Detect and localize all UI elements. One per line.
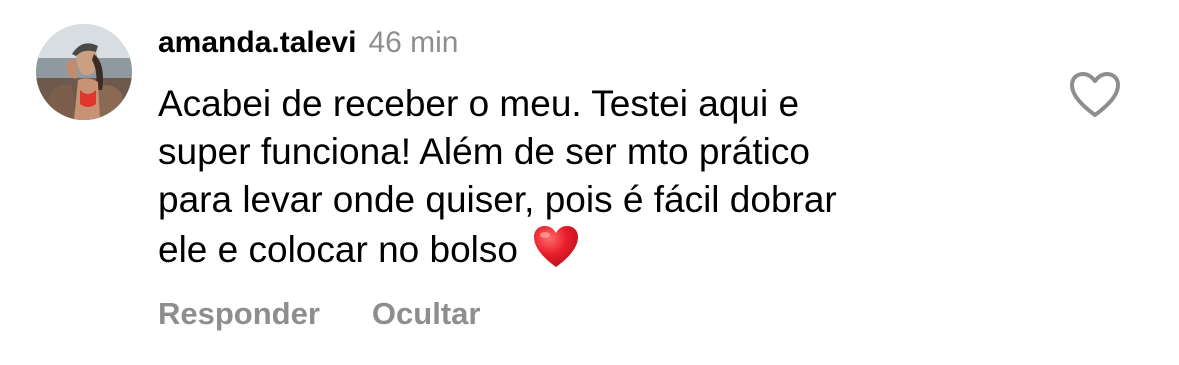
red-heart-emoji-icon bbox=[532, 224, 580, 282]
comment-timestamp: 46 min bbox=[368, 26, 459, 59]
comment-actions: Responder Ocultar bbox=[158, 296, 480, 332]
heart-outline-icon bbox=[1070, 72, 1120, 117]
comment-text-line-last: ele e colocar no bolso bbox=[158, 224, 1018, 282]
avatar-photo bbox=[36, 24, 132, 120]
comment-item: amanda.talevi 46 min Acabei de receber o… bbox=[0, 0, 1179, 365]
avatar[interactable] bbox=[36, 24, 132, 120]
comment-text-line: super funciona! Além de ser mto prático bbox=[158, 131, 810, 172]
comment-text: Acabei de receber o meu. Testei aqui e s… bbox=[158, 80, 1018, 282]
username-link[interactable]: amanda.talevi bbox=[158, 26, 356, 60]
comment-text-line: para levar onde quiser, pois é fácil dob… bbox=[158, 179, 837, 220]
like-button[interactable] bbox=[1068, 70, 1122, 120]
comment-header: amanda.talevi 46 min bbox=[158, 26, 458, 66]
comment-text-line: ele e colocar no bolso bbox=[158, 229, 518, 270]
hide-button[interactable]: Ocultar bbox=[372, 296, 481, 332]
reply-button[interactable]: Responder bbox=[158, 296, 320, 332]
comment-text-line: Acabei de receber o meu. Testei aqui e bbox=[158, 83, 800, 124]
